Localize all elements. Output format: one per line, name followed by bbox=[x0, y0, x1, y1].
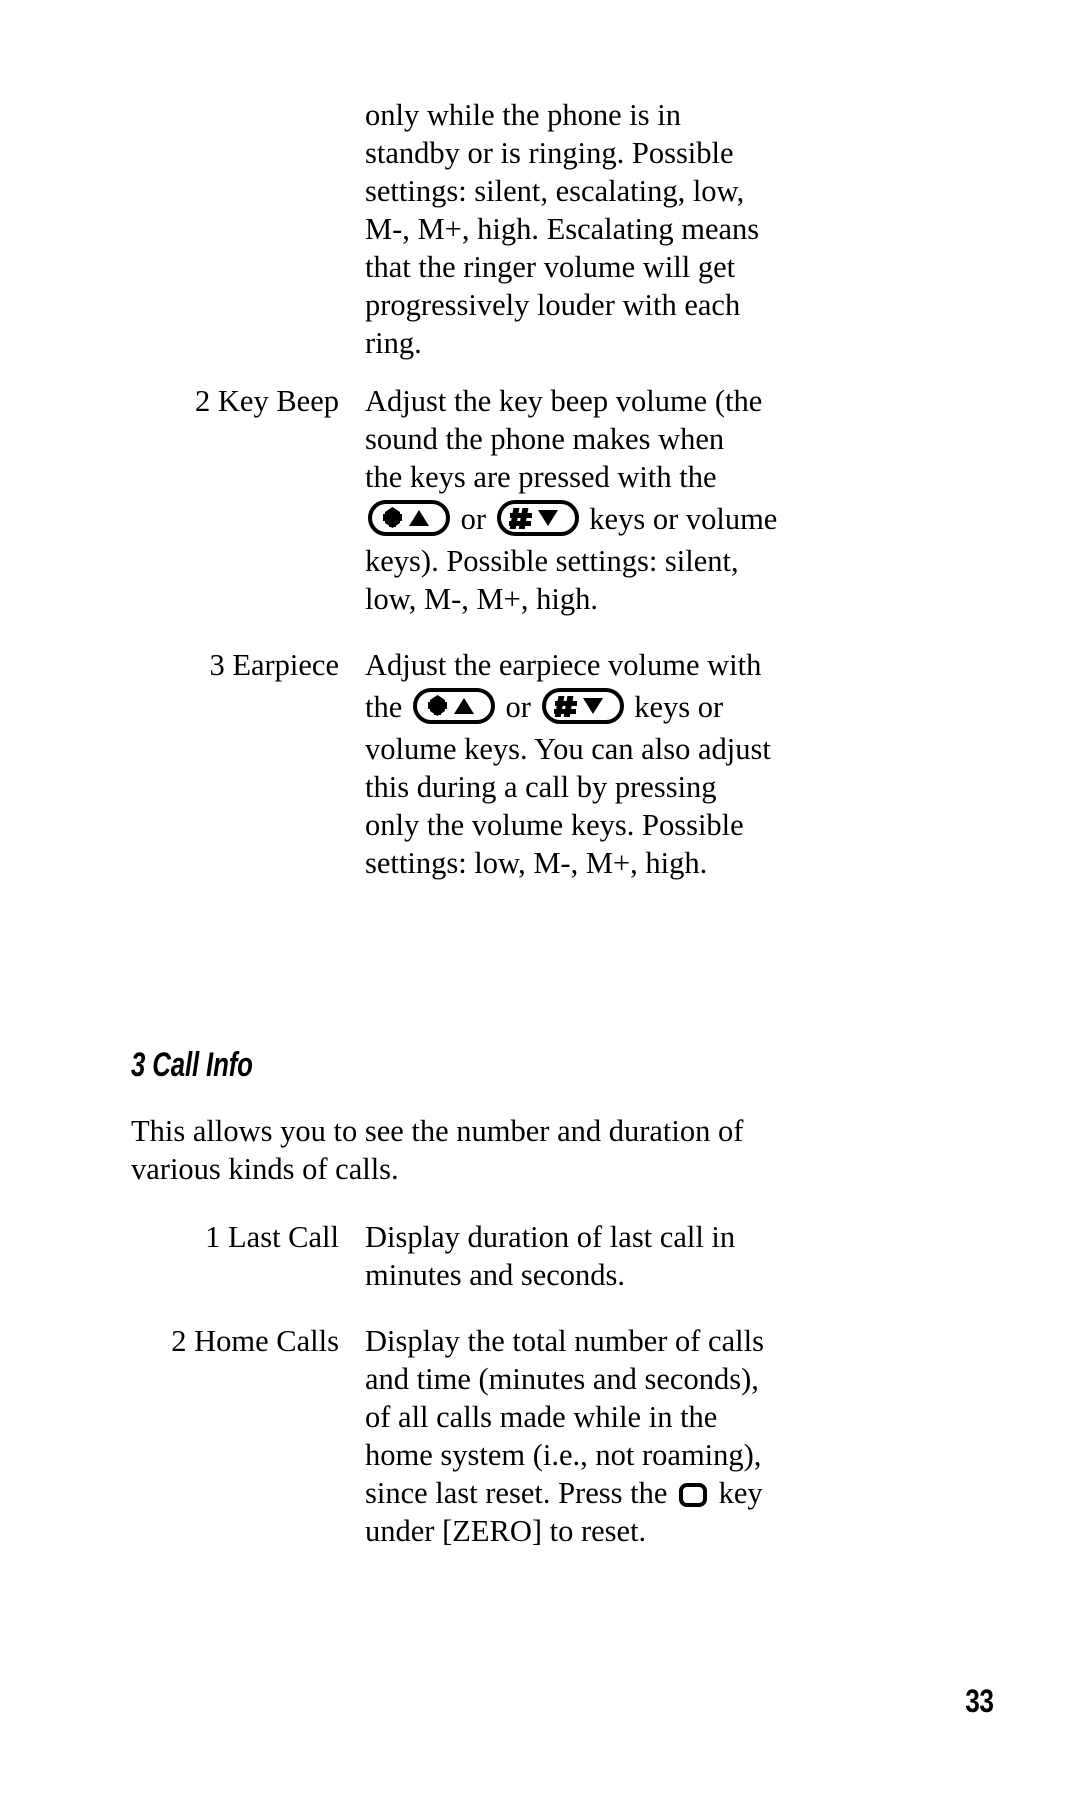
description-line: settings: low, M-, M+, high. bbox=[365, 846, 708, 880]
paragraph-line: ring. bbox=[365, 326, 422, 360]
list-item-term: 2 Key Beep bbox=[195, 384, 339, 418]
description-line: of all calls made while in the bbox=[365, 1400, 718, 1434]
list-item-description: Adjust the earpiece volume with the or k… bbox=[365, 646, 850, 882]
description-text-fragment: keys or volume bbox=[589, 502, 778, 536]
page-number: 33 bbox=[965, 1683, 995, 1719]
description-text-fragment: since last reset. Press the bbox=[365, 1476, 676, 1510]
description-line: minutes and seconds. bbox=[365, 1258, 626, 1292]
paragraph-line: that the ringer volume will get bbox=[365, 250, 736, 284]
description-line: only the volume keys. Possible bbox=[365, 808, 744, 842]
description-line: sound the phone makes when bbox=[365, 422, 725, 456]
description-text-fragment: keys or bbox=[634, 690, 724, 724]
description-line-with-icons: or keys or volume bbox=[365, 496, 850, 542]
list-item-term: 2 Home Calls bbox=[171, 1324, 339, 1358]
paragraph-line: This allows you to see the number and du… bbox=[131, 1114, 744, 1148]
list-item-key-beep: 2 Key Beep Adjust the key beep volume (t… bbox=[130, 382, 850, 618]
manual-page: only while the phone is in standby or is… bbox=[0, 0, 1080, 1800]
call-info-list: 1 Last Call Display duration of last cal… bbox=[130, 1218, 850, 1550]
continued-paragraph-text: only while the phone is in standby or is… bbox=[365, 96, 850, 362]
description-line: volume keys. You can also adjust bbox=[365, 732, 771, 766]
list-item-last-call: 1 Last Call Display duration of last cal… bbox=[130, 1218, 850, 1294]
description-line-with-icons: the or keys or bbox=[365, 684, 850, 730]
description-line: and time (minutes and seconds), bbox=[365, 1362, 759, 1396]
description-line: home system (i.e., not roaming), bbox=[365, 1438, 762, 1472]
paragraph-line: settings: silent, escalating, low, bbox=[365, 174, 745, 208]
list-item-term: 1 Last Call bbox=[205, 1220, 339, 1254]
list-item-earpiece: 3 Earpiece Adjust the earpiece volume wi… bbox=[130, 646, 850, 882]
call-info-intro-paragraph: This allows you to see the number and du… bbox=[131, 1112, 951, 1188]
description-text-fragment: the bbox=[365, 690, 410, 724]
continued-paragraph-block: only while the phone is in standby or is… bbox=[130, 96, 850, 362]
description-line: the keys are pressed with the bbox=[365, 460, 717, 494]
pound-down-key-icon bbox=[496, 499, 580, 537]
description-text-fragment: or bbox=[505, 690, 539, 724]
description-line: Adjust the earpiece volume with bbox=[365, 648, 762, 682]
list-item-term: 3 Earpiece bbox=[209, 648, 339, 682]
description-line: under [ZERO] to reset. bbox=[365, 1514, 647, 1548]
description-text-fragment: or bbox=[460, 502, 494, 536]
continued-paragraph-row: only while the phone is in standby or is… bbox=[130, 96, 850, 362]
description-line: this during a call by pressing bbox=[365, 770, 717, 804]
paragraph-line: standby or is ringing. Possible bbox=[365, 136, 734, 170]
description-line: low, M-, M+, high. bbox=[365, 582, 598, 616]
description-line: Display the total number of calls bbox=[365, 1324, 764, 1358]
star-up-key-icon bbox=[367, 499, 451, 537]
paragraph-line: progressively louder with each bbox=[365, 288, 741, 322]
softkey-icon bbox=[678, 1482, 708, 1508]
list-item-home-calls: 2 Home Calls Display the total number of… bbox=[130, 1322, 850, 1550]
list-item-description: Display duration of last call in minutes… bbox=[365, 1218, 850, 1294]
description-line-with-icons: since last reset. Press the key bbox=[365, 1474, 850, 1512]
list-item-description: Adjust the key beep volume (the sound th… bbox=[365, 382, 850, 618]
description-text-fragment: key bbox=[718, 1476, 763, 1510]
pound-down-key-icon bbox=[541, 687, 625, 725]
section-heading-call-info: 3 Call Info bbox=[131, 1046, 253, 1084]
paragraph-line: M-, M+, high. Escalating means bbox=[365, 212, 760, 246]
paragraph-line: only while the phone is in bbox=[365, 98, 681, 132]
list-item-description: Display the total number of calls and ti… bbox=[365, 1322, 850, 1550]
description-line: keys). Possible settings: silent, bbox=[365, 544, 739, 578]
paragraph-line: various kinds of calls. bbox=[131, 1152, 399, 1186]
description-line: Adjust the key beep volume (the bbox=[365, 384, 763, 418]
ringer-settings-list: 2 Key Beep Adjust the key beep volume (t… bbox=[130, 382, 850, 882]
description-line: Display duration of last call in bbox=[365, 1220, 736, 1254]
star-up-key-icon bbox=[412, 687, 496, 725]
